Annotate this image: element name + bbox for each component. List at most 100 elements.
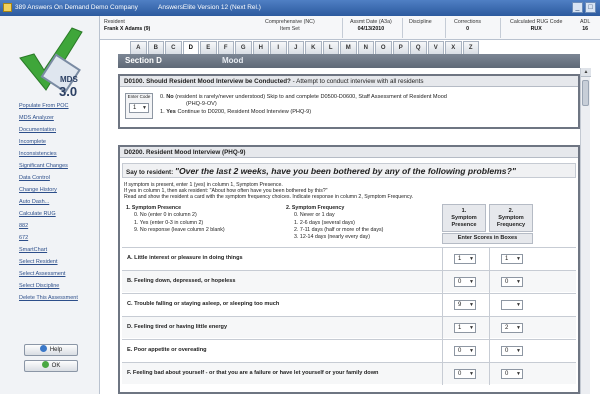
vertical-scrollbar[interactable]: ▲ bbox=[580, 68, 591, 394]
frequency-legend-head: 2. Symptom Frequency bbox=[286, 205, 345, 211]
sidebar-link[interactable]: 882 bbox=[19, 223, 78, 235]
tab-i[interactable]: I bbox=[270, 41, 287, 54]
sidebar-link[interactable]: Calculate RUG bbox=[19, 211, 78, 223]
chevron-down-icon: ▼ bbox=[516, 325, 521, 331]
d0100-title: D0100. Should Resident Mood Interview be… bbox=[120, 76, 578, 87]
frequency-cell: ▼ bbox=[489, 294, 535, 316]
app-icon bbox=[3, 3, 12, 12]
frequency-select[interactable]: 2 ▼ bbox=[501, 323, 523, 333]
presence-select[interactable]: 0 ▼ bbox=[454, 369, 476, 379]
presence-select[interactable]: 9 ▼ bbox=[454, 300, 476, 310]
frequency-select[interactable]: 0 ▼ bbox=[501, 369, 523, 379]
tab-v[interactable]: V bbox=[427, 41, 444, 54]
frequency-opt-2: 2. 7-11 days (half or more of the days) bbox=[294, 226, 384, 233]
presence-cell: 9 ▼ bbox=[442, 294, 488, 316]
resident-value[interactable]: Frank X Adams (9) bbox=[104, 26, 150, 33]
enter-code-box: Enter Code 1 ▼ bbox=[125, 93, 153, 119]
frequency-cell: 2 ▼ bbox=[489, 317, 535, 339]
sidebar-link[interactable]: Auto Dash... bbox=[19, 199, 78, 211]
chevron-down-icon: ▼ bbox=[469, 348, 474, 354]
sidebar-link[interactable]: SmartChart bbox=[19, 247, 78, 259]
rug-info: Calculated RUG Code RUX bbox=[510, 19, 562, 33]
question-row: A. Little interest or pleasure in doing … bbox=[122, 247, 576, 270]
sidebar-link[interactable]: Populate From POC bbox=[19, 103, 78, 115]
option0-key: No bbox=[166, 94, 174, 100]
tab-o[interactable]: O bbox=[375, 41, 392, 54]
tab-k[interactable]: K bbox=[305, 41, 322, 54]
sidebar-link[interactable]: Delete This Assessment bbox=[19, 295, 78, 307]
corrections-label: Corrections bbox=[454, 19, 482, 25]
frequency-select[interactable]: ▼ bbox=[501, 300, 523, 310]
sidebar-link[interactable]: Documentation bbox=[19, 127, 78, 139]
col1-header: 1. Symptom Presence bbox=[442, 204, 486, 232]
d0100-code-select[interactable]: 1 ▼ bbox=[129, 103, 149, 113]
divider bbox=[402, 18, 403, 38]
scroll-thumb[interactable] bbox=[582, 80, 589, 106]
sidebar-link[interactable]: Select Discipline bbox=[19, 283, 78, 295]
sidebar-link[interactable]: MDS Analyzer bbox=[19, 115, 78, 127]
question-text: E. Poor appetite or overeating bbox=[127, 347, 207, 353]
comprehensive-value: Item Set bbox=[280, 26, 300, 32]
frequency-opt-1: 1. 2-6 days (several days) bbox=[294, 219, 355, 226]
sidebar: MDS 3.0 Populate From POC MDS Analyzer Doc… bbox=[0, 16, 100, 394]
sidebar-link[interactable]: Incomplete bbox=[19, 139, 78, 151]
comprehensive-info: Comprehensive (NC) Item Set bbox=[265, 19, 315, 33]
divider bbox=[342, 18, 343, 38]
help-label: Help bbox=[49, 347, 63, 353]
presence-value: 1 bbox=[458, 325, 462, 331]
frequency-cell: 0 ▼ bbox=[489, 363, 535, 385]
presence-value: 0 bbox=[458, 348, 462, 354]
tab-e[interactable]: E bbox=[200, 41, 217, 54]
ok-button[interactable]: OK bbox=[24, 360, 78, 372]
tab-a[interactable]: A bbox=[130, 41, 147, 54]
d0100-subtitle: - Attempt to conduct interview with all … bbox=[292, 78, 424, 85]
sidebar-link[interactable]: Select Assessment bbox=[19, 271, 78, 283]
tab-f[interactable]: F bbox=[217, 41, 234, 54]
tab-x[interactable]: X bbox=[445, 41, 462, 54]
presence-select[interactable]: 0 ▼ bbox=[454, 346, 476, 356]
sidebar-link[interactable]: Select Resident bbox=[19, 259, 78, 271]
window-title: 389 Answers On Demand Demo Company bbox=[15, 4, 138, 11]
presence-cell: 1 ▼ bbox=[442, 317, 488, 339]
tab-c[interactable]: C bbox=[165, 41, 182, 54]
tab-l[interactable]: L bbox=[322, 41, 339, 54]
sidebar-link[interactable]: Data Control bbox=[19, 175, 78, 187]
tab-d[interactable]: D bbox=[182, 41, 199, 55]
tab-q[interactable]: Q bbox=[410, 41, 427, 54]
tab-b[interactable]: B bbox=[147, 41, 164, 54]
frequency-select[interactable]: 1 ▼ bbox=[501, 254, 523, 264]
tab-m[interactable]: M bbox=[340, 41, 357, 54]
tab-z[interactable]: Z bbox=[462, 41, 479, 54]
presence-select[interactable]: 0 ▼ bbox=[454, 277, 476, 287]
enter-scores-header: Enter Scores in Boxes bbox=[442, 233, 533, 244]
frequency-select[interactable]: 0 ▼ bbox=[501, 346, 523, 356]
d0100-question: Should Resident Mood Interview be Conduc… bbox=[146, 78, 291, 85]
presence-select[interactable]: 1 ▼ bbox=[454, 254, 476, 264]
minimize-button[interactable]: _ bbox=[572, 2, 583, 13]
option1-text: Continue to D0200, Resident Mood Intervi… bbox=[177, 109, 312, 115]
presence-opt-2: 9. No response (leave column 2 blank) bbox=[134, 226, 225, 233]
sidebar-link[interactable]: Inconsistencies bbox=[19, 151, 78, 163]
section-header: Section D Mood bbox=[118, 54, 580, 68]
rug-label: Calculated RUG Code bbox=[510, 19, 563, 25]
frequency-select[interactable]: 0 ▼ bbox=[501, 277, 523, 287]
sidebar-link[interactable]: Change History bbox=[19, 187, 78, 199]
question-row: C. Trouble falling or staying asleep, or… bbox=[122, 293, 576, 316]
question-row: E. Poor appetite or overeating 0 ▼ 0 ▼ bbox=[122, 339, 576, 362]
close-button[interactable]: □ bbox=[585, 2, 596, 13]
tab-h[interactable]: H bbox=[252, 41, 269, 54]
sidebar-link[interactable]: Significant Changes bbox=[19, 163, 78, 175]
tab-j[interactable]: J bbox=[287, 41, 304, 54]
d0200-title: D0200. Resident Mood Interview (PHQ-9) bbox=[120, 147, 578, 158]
scroll-up-icon[interactable]: ▲ bbox=[581, 68, 591, 77]
adl-value: 16 bbox=[582, 26, 589, 32]
col1-label: Symptom Presence bbox=[451, 215, 477, 228]
tab-g[interactable]: G bbox=[235, 41, 252, 54]
question-row: F. Feeling bad about yourself - or that … bbox=[122, 362, 576, 385]
tab-n[interactable]: N bbox=[357, 41, 374, 54]
sidebar-links: Populate From POC MDS Analyzer Documentati… bbox=[19, 103, 78, 307]
tab-p[interactable]: P bbox=[392, 41, 409, 54]
help-button[interactable]: Help bbox=[24, 344, 78, 356]
presence-select[interactable]: 1 ▼ bbox=[454, 323, 476, 333]
sidebar-link[interactable]: 672 bbox=[19, 235, 78, 247]
